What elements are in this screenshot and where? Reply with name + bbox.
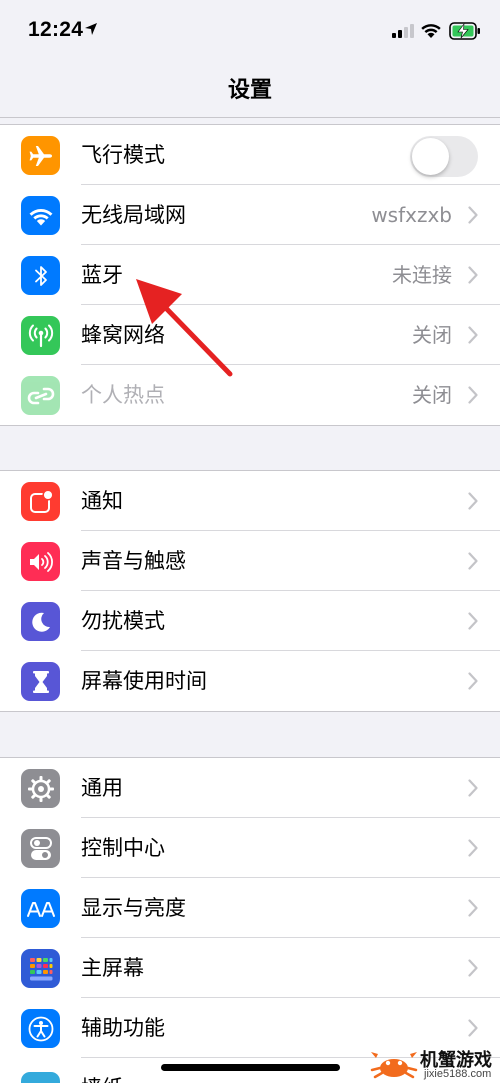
row-notifications[interactable]: 通知	[0, 471, 500, 531]
row-home-screen[interactable]: 主屏幕	[0, 938, 500, 998]
row-wifi[interactable]: 无线局域网 wsfxzxb	[0, 185, 500, 245]
crab-logo-icon	[370, 1052, 418, 1079]
watermark: 机蟹游戏 jixie5188.com	[368, 1044, 500, 1083]
row-cellular[interactable]: 蜂窝网络 关闭	[0, 305, 500, 365]
row-label: 控制中心	[81, 836, 165, 860]
row-display-brightness[interactable]: 显示与亮度	[0, 878, 500, 938]
row-label: 显示与亮度	[81, 896, 186, 920]
settings-group-connectivity: 飞行模式 无线局域网 wsfxzxb 蓝牙 未连接 蜂窝网络 关闭 个人热点 关…	[0, 124, 500, 426]
row-sounds-haptics[interactable]: 声音与触感	[0, 531, 500, 591]
sound-icon	[21, 542, 60, 581]
cellular-status: 关闭	[412, 323, 452, 347]
annotation-arrow	[136, 279, 233, 377]
wifi-network-name: wsfxzxb	[371, 203, 452, 227]
toggle-knob	[412, 138, 449, 175]
row-airplane-mode[interactable]: 飞行模式	[0, 125, 500, 185]
airplane-icon	[21, 136, 60, 175]
row-label: 勿扰模式	[81, 609, 165, 633]
battery-charging-icon	[449, 22, 480, 40]
bluetooth-icon	[21, 256, 60, 295]
settings-group-notifications: 通知 声音与触感 勿扰模式 屏幕使用时间	[0, 470, 500, 712]
chevron-right-icon	[468, 386, 478, 404]
chevron-right-icon	[468, 839, 478, 857]
status-time: 12:24	[28, 18, 84, 41]
chevron-right-icon	[468, 492, 478, 510]
row-do-not-disturb[interactable]: 勿扰模式	[0, 591, 500, 651]
chevron-right-icon	[468, 552, 478, 570]
row-general[interactable]: 通用	[0, 758, 500, 818]
notifications-icon	[21, 482, 60, 521]
status-bar: 12:24	[0, 0, 500, 62]
location-arrow-icon	[85, 23, 97, 35]
chevron-right-icon	[468, 206, 478, 224]
hotspot-status: 关闭	[412, 383, 452, 407]
accessibility-icon	[21, 1009, 60, 1048]
airplane-mode-toggle[interactable]	[410, 136, 478, 177]
row-label: 屏幕使用时间	[81, 669, 207, 693]
row-control-center[interactable]: 控制中心	[0, 818, 500, 878]
hourglass-icon	[21, 662, 60, 701]
nav-divider	[0, 117, 500, 118]
row-label: 主屏幕	[81, 956, 144, 980]
home-grid-icon	[21, 949, 60, 988]
wifi-status-icon	[421, 24, 441, 38]
row-label: 声音与触感	[81, 549, 186, 573]
home-indicator[interactable]	[161, 1064, 340, 1071]
bluetooth-status: 未连接	[392, 263, 452, 287]
row-label: 无线局域网	[81, 203, 186, 227]
chevron-right-icon	[468, 899, 478, 917]
chevron-right-icon	[468, 326, 478, 344]
settings-group-general: 通用 控制中心 显示与亮度 主屏幕 辅助功能	[0, 757, 500, 1083]
chevron-right-icon	[468, 612, 478, 630]
row-label: 墙纸	[81, 1074, 123, 1083]
chevron-right-icon	[468, 1019, 478, 1037]
chevron-right-icon	[468, 959, 478, 977]
wallpaper-icon	[21, 1072, 60, 1083]
text-size-icon	[21, 889, 60, 928]
watermark-url: jixie5188.com	[424, 1068, 492, 1080]
wifi-icon	[21, 196, 60, 235]
row-label: 飞行模式	[81, 143, 165, 167]
row-label: 通知	[81, 489, 123, 513]
hotspot-icon	[21, 376, 60, 415]
chevron-right-icon	[468, 779, 478, 797]
signal-icon	[392, 24, 414, 38]
row-label: 辅助功能	[81, 1016, 165, 1040]
page-title: 设置	[227, 78, 272, 103]
row-personal-hotspot[interactable]: 个人热点 关闭	[0, 365, 500, 425]
row-label: 通用	[81, 776, 123, 800]
moon-icon	[21, 602, 60, 641]
cellular-icon	[21, 316, 60, 355]
toggles-icon	[21, 829, 60, 868]
row-screen-time[interactable]: 屏幕使用时间	[0, 651, 500, 711]
gear-icon	[21, 769, 60, 808]
row-label: 个人热点	[81, 383, 165, 407]
chevron-right-icon	[468, 672, 478, 690]
chevron-right-icon	[468, 266, 478, 284]
row-bluetooth[interactable]: 蓝牙 未连接	[0, 245, 500, 305]
row-label: 蓝牙	[81, 263, 123, 287]
